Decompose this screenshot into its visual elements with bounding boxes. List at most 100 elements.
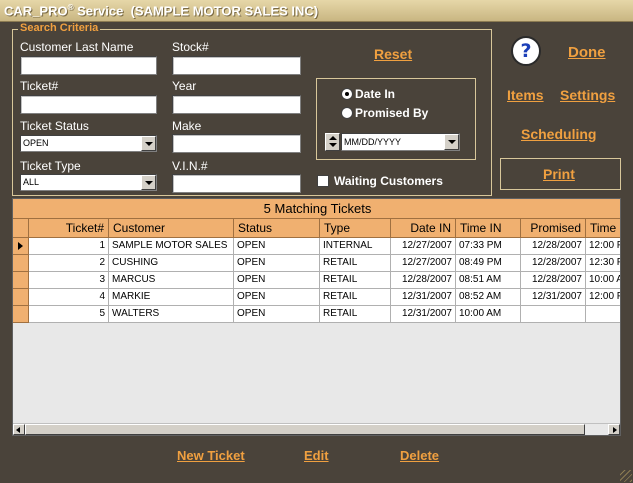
cell-type[interactable]: INTERNAL xyxy=(320,238,391,255)
date-spinner[interactable] xyxy=(325,133,340,151)
waiting-customers-checkbox[interactable] xyxy=(317,175,329,187)
row-selector[interactable] xyxy=(13,306,29,323)
row-selector[interactable] xyxy=(13,272,29,289)
row-selector[interactable] xyxy=(13,255,29,272)
cell-status[interactable]: OPEN xyxy=(234,238,320,255)
cell-type[interactable]: RETAIL xyxy=(320,255,391,272)
cell-customer[interactable]: SAMPLE MOTOR SALES xyxy=(109,238,234,255)
cell-promised[interactable]: 12/28/2007 xyxy=(521,255,586,272)
cell-promised[interactable]: 12/28/2007 xyxy=(521,272,586,289)
cell-date-in[interactable]: 12/27/2007 xyxy=(391,238,456,255)
cell-status[interactable]: OPEN xyxy=(234,272,320,289)
new-ticket-button[interactable]: New Ticket xyxy=(177,448,245,463)
promised-by-radio[interactable] xyxy=(341,107,353,119)
cell-status[interactable]: OPEN xyxy=(234,255,320,272)
ticket-number-input[interactable] xyxy=(20,95,157,114)
table-row[interactable]: 1 SAMPLE MOTOR SALES OPEN INTERNAL 12/27/200… xyxy=(13,238,620,255)
cell-customer[interactable]: WALTERS xyxy=(109,306,234,323)
cell-time-promised[interactable]: 12:00 PM xyxy=(586,238,620,255)
chevron-down-icon[interactable] xyxy=(141,175,156,190)
column-header-time-promised[interactable]: Time Pr xyxy=(586,219,620,238)
cell-time-promised[interactable]: 12:00 PM xyxy=(586,289,620,306)
date-in-radio[interactable] xyxy=(341,88,353,100)
ticket-status-select[interactable]: OPEN xyxy=(20,135,157,152)
cell-time-in[interactable]: 07:33 PM xyxy=(456,238,521,255)
cell-ticket[interactable]: 5 xyxy=(29,306,109,323)
column-header-promised[interactable]: Promised xyxy=(521,219,586,238)
cell-time-promised[interactable]: 12:30 PM xyxy=(586,255,620,272)
ticket-number-label: Ticket# xyxy=(20,79,59,93)
date-value: MM/DD/YYYY xyxy=(344,137,402,147)
customer-last-name-input[interactable] xyxy=(20,56,157,75)
current-row-arrow-icon[interactable] xyxy=(13,238,29,255)
header-row-selector xyxy=(13,219,29,238)
year-input[interactable] xyxy=(172,95,301,114)
cell-status[interactable]: OPEN xyxy=(234,306,320,323)
print-button[interactable]: Print xyxy=(543,166,575,182)
ticket-type-value: ALL xyxy=(23,177,40,187)
items-button[interactable]: Items xyxy=(507,87,544,103)
delete-button[interactable]: Delete xyxy=(400,448,439,463)
cell-ticket[interactable]: 4 xyxy=(29,289,109,306)
cell-ticket[interactable]: 3 xyxy=(29,272,109,289)
cell-ticket[interactable]: 1 xyxy=(29,238,109,255)
column-header-ticket[interactable]: Ticket# xyxy=(29,219,109,238)
horizontal-scrollbar[interactable] xyxy=(13,423,620,435)
chevron-down-icon[interactable] xyxy=(444,134,459,150)
column-header-status[interactable]: Status xyxy=(234,219,320,238)
table-row[interactable]: 5 WALTERS OPEN RETAIL 12/31/2007 10:00 AM xyxy=(13,306,620,323)
scroll-right-icon[interactable] xyxy=(608,424,620,435)
scroll-left-icon[interactable] xyxy=(13,424,25,435)
date-picker[interactable]: MM/DD/YYYY xyxy=(341,133,460,151)
question-mark-icon: ? xyxy=(520,40,532,62)
cell-date-in[interactable]: 12/31/2007 xyxy=(391,306,456,323)
title-bar[interactable]: CAR_PRO® Service (SAMPLE MOTOR SALES INC… xyxy=(0,0,633,22)
column-header-customer[interactable]: Customer xyxy=(109,219,234,238)
cell-promised[interactable]: 12/31/2007 xyxy=(521,289,586,306)
make-input[interactable] xyxy=(172,134,301,153)
column-header-date-in[interactable]: Date IN xyxy=(391,219,456,238)
table-row[interactable]: 3 MARCUS OPEN RETAIL 12/28/2007 08:51 AM 12/28… xyxy=(13,272,620,289)
settings-button[interactable]: Settings xyxy=(560,87,615,103)
cell-time-promised[interactable] xyxy=(586,306,620,323)
cell-time-promised[interactable]: 10:00 AM xyxy=(586,272,620,289)
cell-type[interactable]: RETAIL xyxy=(320,272,391,289)
resize-grip-icon[interactable] xyxy=(620,470,632,482)
done-button[interactable]: Done xyxy=(568,44,606,61)
vin-input[interactable] xyxy=(172,174,301,193)
cell-time-in[interactable]: 08:51 AM xyxy=(456,272,521,289)
customer-last-name-label: Customer Last Name xyxy=(20,40,134,54)
row-selector[interactable] xyxy=(13,289,29,306)
help-button[interactable]: ? xyxy=(511,36,541,66)
column-header-time-in[interactable]: Time IN xyxy=(456,219,521,238)
cell-type[interactable]: RETAIL xyxy=(320,306,391,323)
scrollbar-thumb[interactable] xyxy=(25,424,585,435)
grid-caption: 5 Matching Tickets xyxy=(13,199,620,219)
cell-customer[interactable]: MARCUS xyxy=(109,272,234,289)
cell-promised[interactable] xyxy=(521,306,586,323)
cell-date-in[interactable]: 12/31/2007 xyxy=(391,289,456,306)
stock-input[interactable] xyxy=(172,56,301,75)
edit-button[interactable]: Edit xyxy=(304,448,329,463)
cell-date-in[interactable]: 12/28/2007 xyxy=(391,272,456,289)
reset-button[interactable]: Reset xyxy=(374,46,412,62)
cell-time-in[interactable]: 08:52 AM xyxy=(456,289,521,306)
promised-by-label: Promised By xyxy=(355,106,429,120)
cell-time-in[interactable]: 10:00 AM xyxy=(456,306,521,323)
cell-status[interactable]: OPEN xyxy=(234,289,320,306)
cell-promised[interactable]: 12/28/2007 xyxy=(521,238,586,255)
cell-type[interactable]: RETAIL xyxy=(320,289,391,306)
cell-date-in[interactable]: 12/27/2007 xyxy=(391,255,456,272)
cell-customer[interactable]: MARKIE xyxy=(109,289,234,306)
chevron-down-icon[interactable] xyxy=(141,136,156,151)
ticket-type-label: Ticket Type xyxy=(20,159,81,173)
cell-ticket[interactable]: 2 xyxy=(29,255,109,272)
table-row[interactable]: 2 CUSHING OPEN RETAIL 12/27/2007 08:49 PM 12/2… xyxy=(13,255,620,272)
scheduling-button[interactable]: Scheduling xyxy=(521,126,596,142)
tickets-grid[interactable]: 5 Matching Tickets Ticket# Customer Stat… xyxy=(12,198,621,436)
column-header-type[interactable]: Type xyxy=(320,219,391,238)
ticket-type-select[interactable]: ALL xyxy=(20,174,157,191)
table-row[interactable]: 4 MARKIE OPEN RETAIL 12/31/2007 08:52 AM 12/31… xyxy=(13,289,620,306)
cell-time-in[interactable]: 08:49 PM xyxy=(456,255,521,272)
cell-customer[interactable]: CUSHING xyxy=(109,255,234,272)
